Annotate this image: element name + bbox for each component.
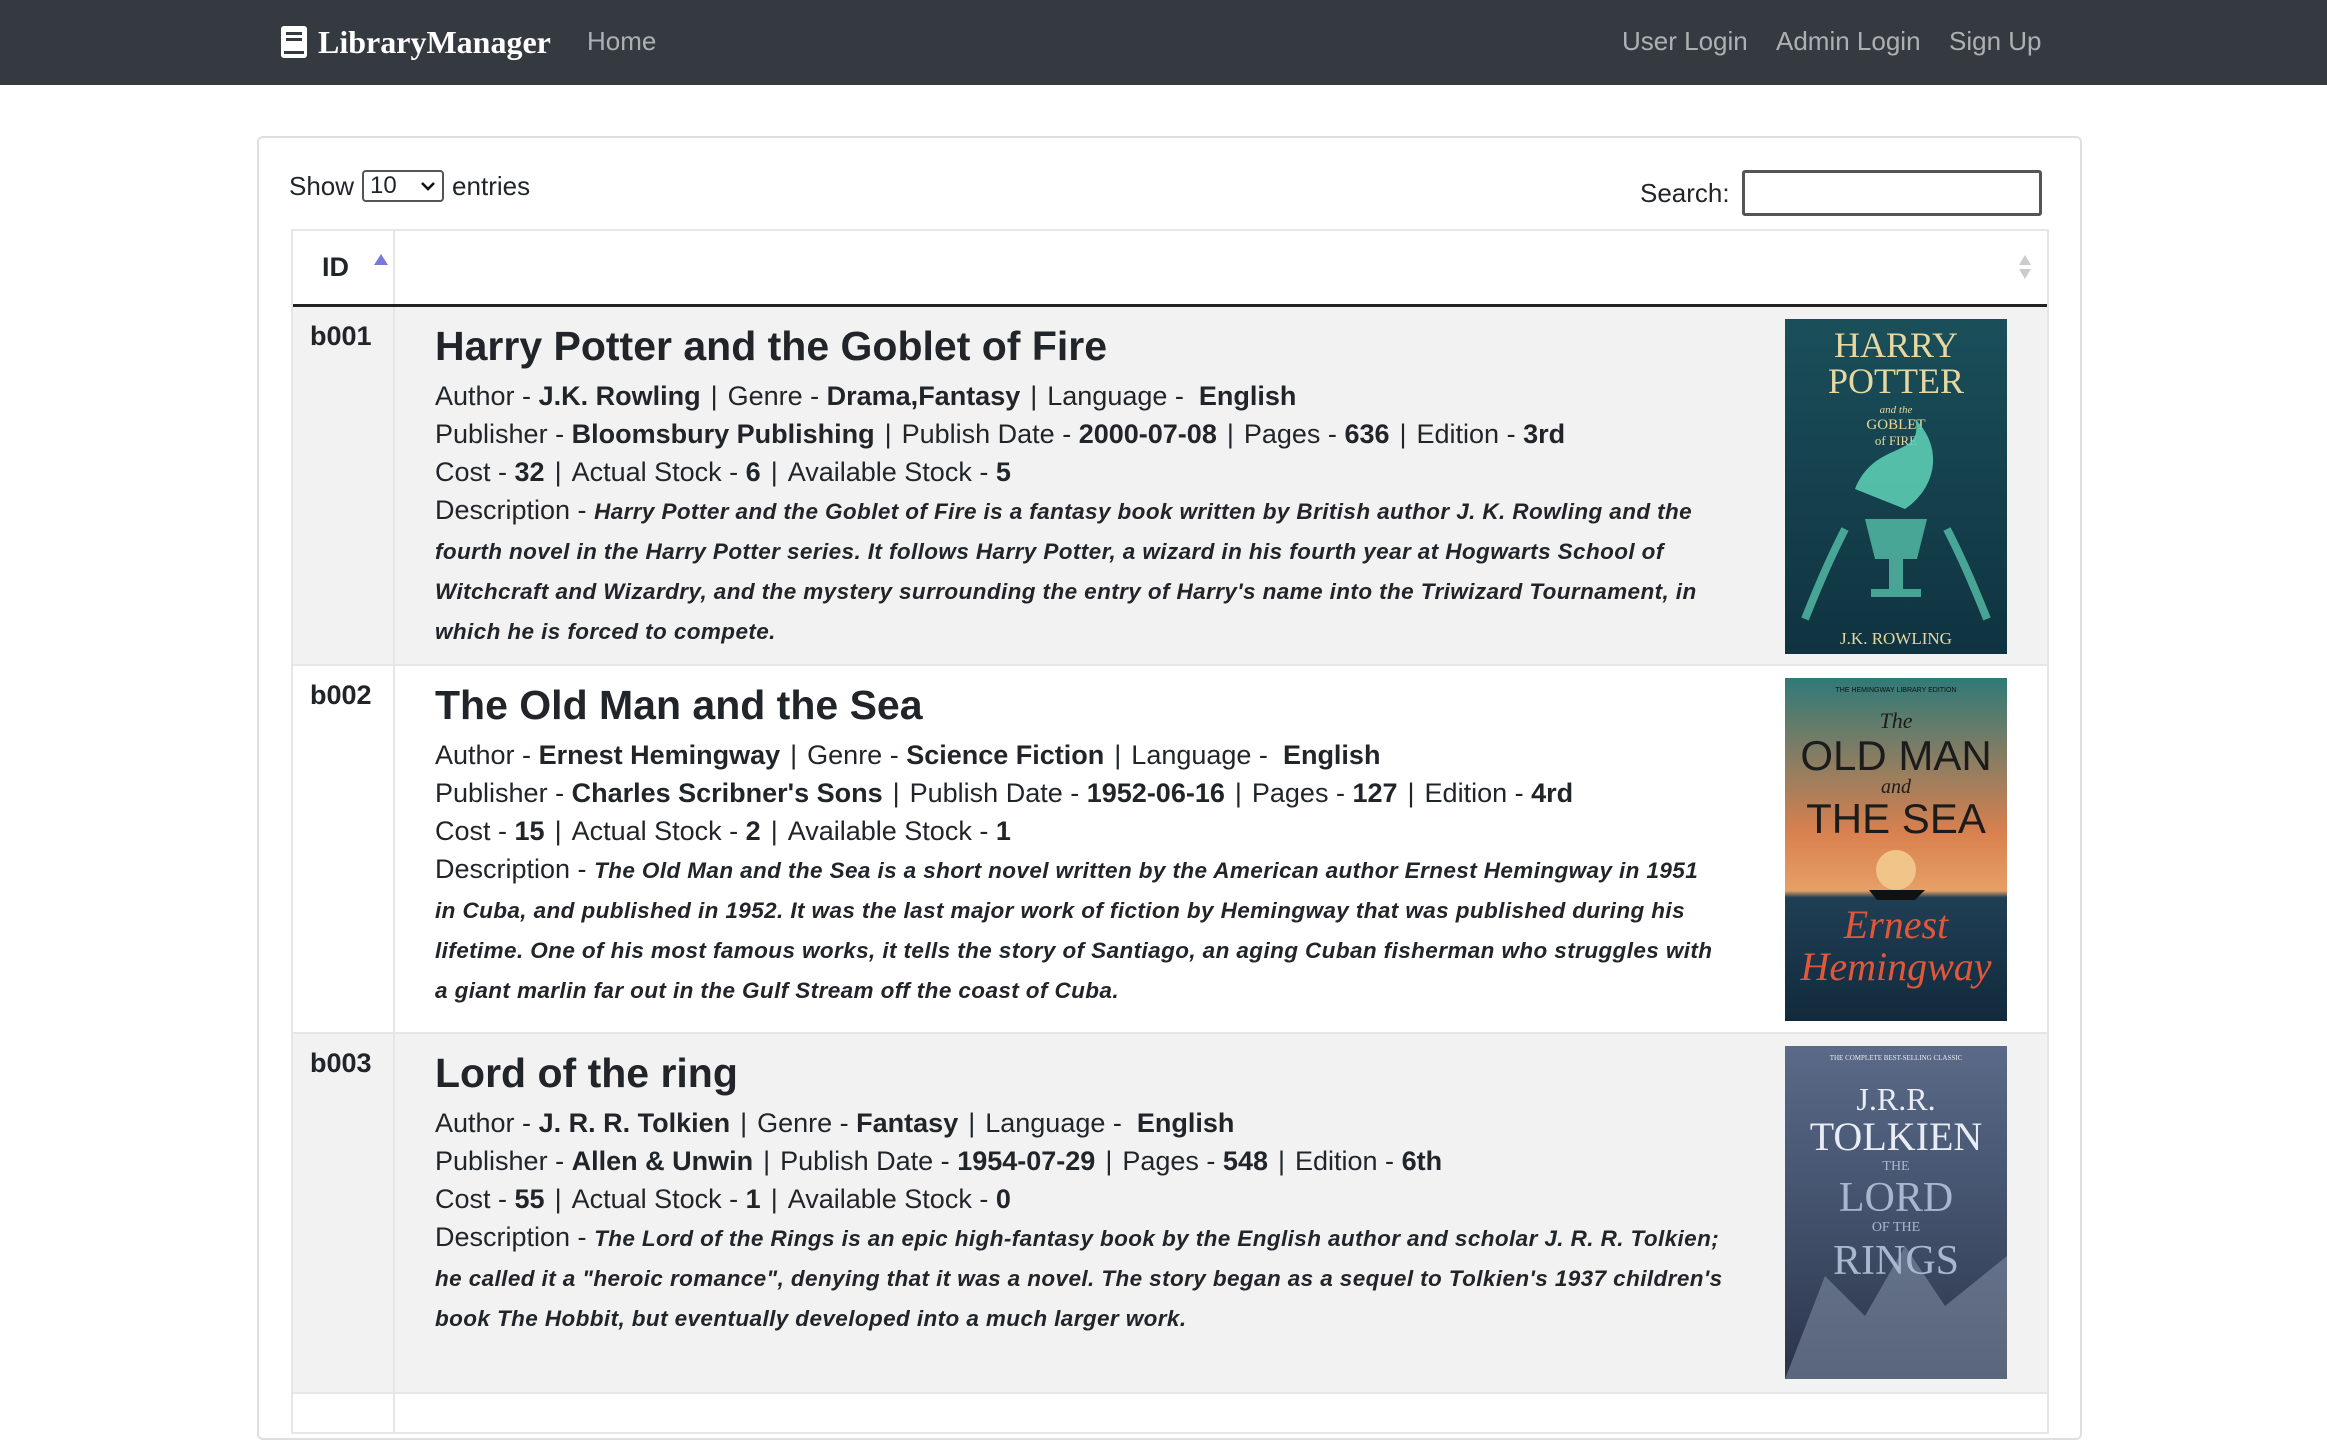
book-publisher: Allen & Unwin — [571, 1146, 754, 1176]
book-author: J.K. Rowling — [538, 381, 701, 411]
svg-text:OF THE: OF THE — [1872, 1220, 1920, 1235]
svg-text:THE COMPLETE BEST-SELLING CLAS: THE COMPLETE BEST-SELLING CLASSIC — [1830, 1054, 1963, 1062]
sort-both-icon — [2019, 255, 2033, 281]
book-description-text: The Lord of the Rings is an epic high-fa… — [435, 1226, 1723, 1331]
search-input[interactable] — [1741, 170, 2042, 216]
nav-admin-login-link[interactable]: Admin Login — [1776, 24, 1921, 58]
book-available-stock: 1 — [995, 816, 1011, 846]
svg-text:Hemingway: Hemingway — [1799, 944, 1991, 989]
entries-select-value: 10 — [370, 172, 397, 199]
id-column-header[interactable]: ID — [293, 231, 395, 304]
entries-select[interactable]: 10 — [362, 170, 445, 202]
sort-ascending-icon — [374, 254, 388, 265]
books-table: ID b001 Harry Potter and the Goblet of F… — [291, 229, 2049, 1434]
svg-text:J.R.R.: J.R.R. — [1856, 1081, 1935, 1117]
book-description: Description - Harry Potter and the Goble… — [435, 495, 1697, 644]
svg-text:RINGS: RINGS — [1833, 1238, 1959, 1284]
book-actual-stock: 2 — [745, 816, 761, 846]
table-row: b003 Lord of the ring Author - J. R. R. … — [293, 1034, 2047, 1394]
chevron-down-icon — [421, 182, 435, 191]
book-pages: 548 — [1222, 1146, 1268, 1176]
book-cost: 32 — [514, 457, 545, 487]
book-cost: 55 — [514, 1184, 545, 1214]
svg-text:OLD MAN: OLD MAN — [1800, 732, 1991, 779]
book-cover-image: THE COMPLETE BEST-SELLING CLASSIC J.R.R.… — [1785, 1046, 2007, 1379]
svg-text:The: The — [1880, 708, 1913, 733]
book-id: b002 — [293, 666, 395, 1032]
book-publish-date: 1954-07-29 — [957, 1146, 1096, 1176]
book-genre: Fantasy — [856, 1108, 959, 1138]
book-edition: 3rd — [1523, 419, 1566, 449]
nav-user-login-link[interactable]: User Login — [1622, 24, 1748, 58]
svg-text:Ernest: Ernest — [1843, 902, 1949, 947]
book-details: Harry Potter and the Goblet of Fire Auth… — [395, 307, 2047, 664]
show-label: Show — [289, 170, 355, 201]
table-row: b002 The Old Man and the Sea Author - Er… — [293, 666, 2047, 1034]
svg-text:THE HEMINGWAY LIBRARY EDITION: THE HEMINGWAY LIBRARY EDITION — [1836, 687, 1957, 694]
book-actual-stock: 1 — [745, 1184, 761, 1214]
book-cover-image: THE HEMINGWAY LIBRARY EDITION The OLD MA… — [1785, 678, 2007, 1021]
book-details: The Old Man and the Sea Author - Ernest … — [395, 666, 2047, 1032]
book-available-stock: 5 — [995, 457, 1011, 487]
svg-text:THE: THE — [1882, 1159, 1909, 1174]
svg-text:LORD: LORD — [1839, 1175, 1953, 1221]
book-actual-stock: 6 — [745, 457, 761, 487]
book-language: English — [1282, 740, 1381, 770]
book-id: b001 — [293, 307, 395, 664]
top-navbar: LibraryManager Home User Login Admin Log… — [0, 0, 2327, 85]
id-column-label: ID — [322, 252, 349, 282]
book-publish-date: 2000-07-08 — [1078, 419, 1217, 449]
book-cost: 15 — [514, 816, 545, 846]
brand-link[interactable]: LibraryManager — [280, 20, 551, 64]
table-row: b001 Harry Potter and the Goblet of Fire… — [293, 307, 2047, 666]
svg-text:TOLKIEN: TOLKIEN — [1810, 1114, 1983, 1159]
book-details: Lord of the ring Author - J. R. R. Tolki… — [395, 1034, 2047, 1392]
book-id: b003 — [293, 1034, 395, 1392]
book-publish-date: 1952-06-16 — [1086, 778, 1225, 808]
book-available-stock: 0 — [995, 1184, 1011, 1214]
book-description: Description - The Lord of the Rings is a… — [435, 1222, 1723, 1331]
book-author: J. R. R. Tolkien — [538, 1108, 731, 1138]
book-author: Ernest Hemingway — [538, 740, 781, 770]
nav-sign-up-link[interactable]: Sign Up — [1949, 24, 2042, 58]
brand-name: LibraryManager — [318, 23, 551, 60]
svg-text:THE SEA: THE SEA — [1806, 795, 1986, 842]
book-language: English — [1198, 381, 1297, 411]
book-description-text: The Old Man and the Sea is a short novel… — [435, 858, 1713, 1003]
table-row — [293, 1394, 2047, 1434]
book-icon — [281, 26, 307, 58]
book-publisher: Charles Scribner's Sons — [571, 778, 883, 808]
search-control: Search: — [1640, 170, 2042, 216]
book-genre: Drama,Fantasy — [826, 381, 1021, 411]
book-pages: 636 — [1344, 419, 1390, 449]
book-publisher: Bloomsbury Publishing — [571, 419, 875, 449]
svg-text:and the: and the — [1880, 404, 1913, 416]
book-cover-image: HARRY POTTER and the GOBLET of FIRE J.K.… — [1785, 319, 2007, 654]
search-label: Search: — [1640, 177, 1730, 208]
book-description-text: Harry Potter and the Goblet of Fire is a… — [435, 499, 1697, 644]
svg-text:POTTER: POTTER — [1828, 361, 1964, 401]
book-genre: Science Fiction — [906, 740, 1105, 770]
book-language: English — [1136, 1108, 1235, 1138]
entries-length-control: Show 10 entries — [289, 170, 530, 202]
svg-text:HARRY: HARRY — [1834, 325, 1958, 365]
book-edition: 4rd — [1531, 778, 1574, 808]
entries-label: entries — [452, 170, 531, 201]
svg-text:J.K. ROWLING: J.K. ROWLING — [1840, 629, 1952, 648]
details-column-header[interactable] — [395, 231, 2047, 304]
book-pages: 127 — [1352, 778, 1398, 808]
nav-home-link[interactable]: Home — [587, 24, 656, 58]
book-description: Description - The Old Man and the Sea is… — [435, 854, 1713, 1003]
book-edition: 6th — [1401, 1146, 1443, 1176]
table-header: ID — [293, 229, 2047, 307]
